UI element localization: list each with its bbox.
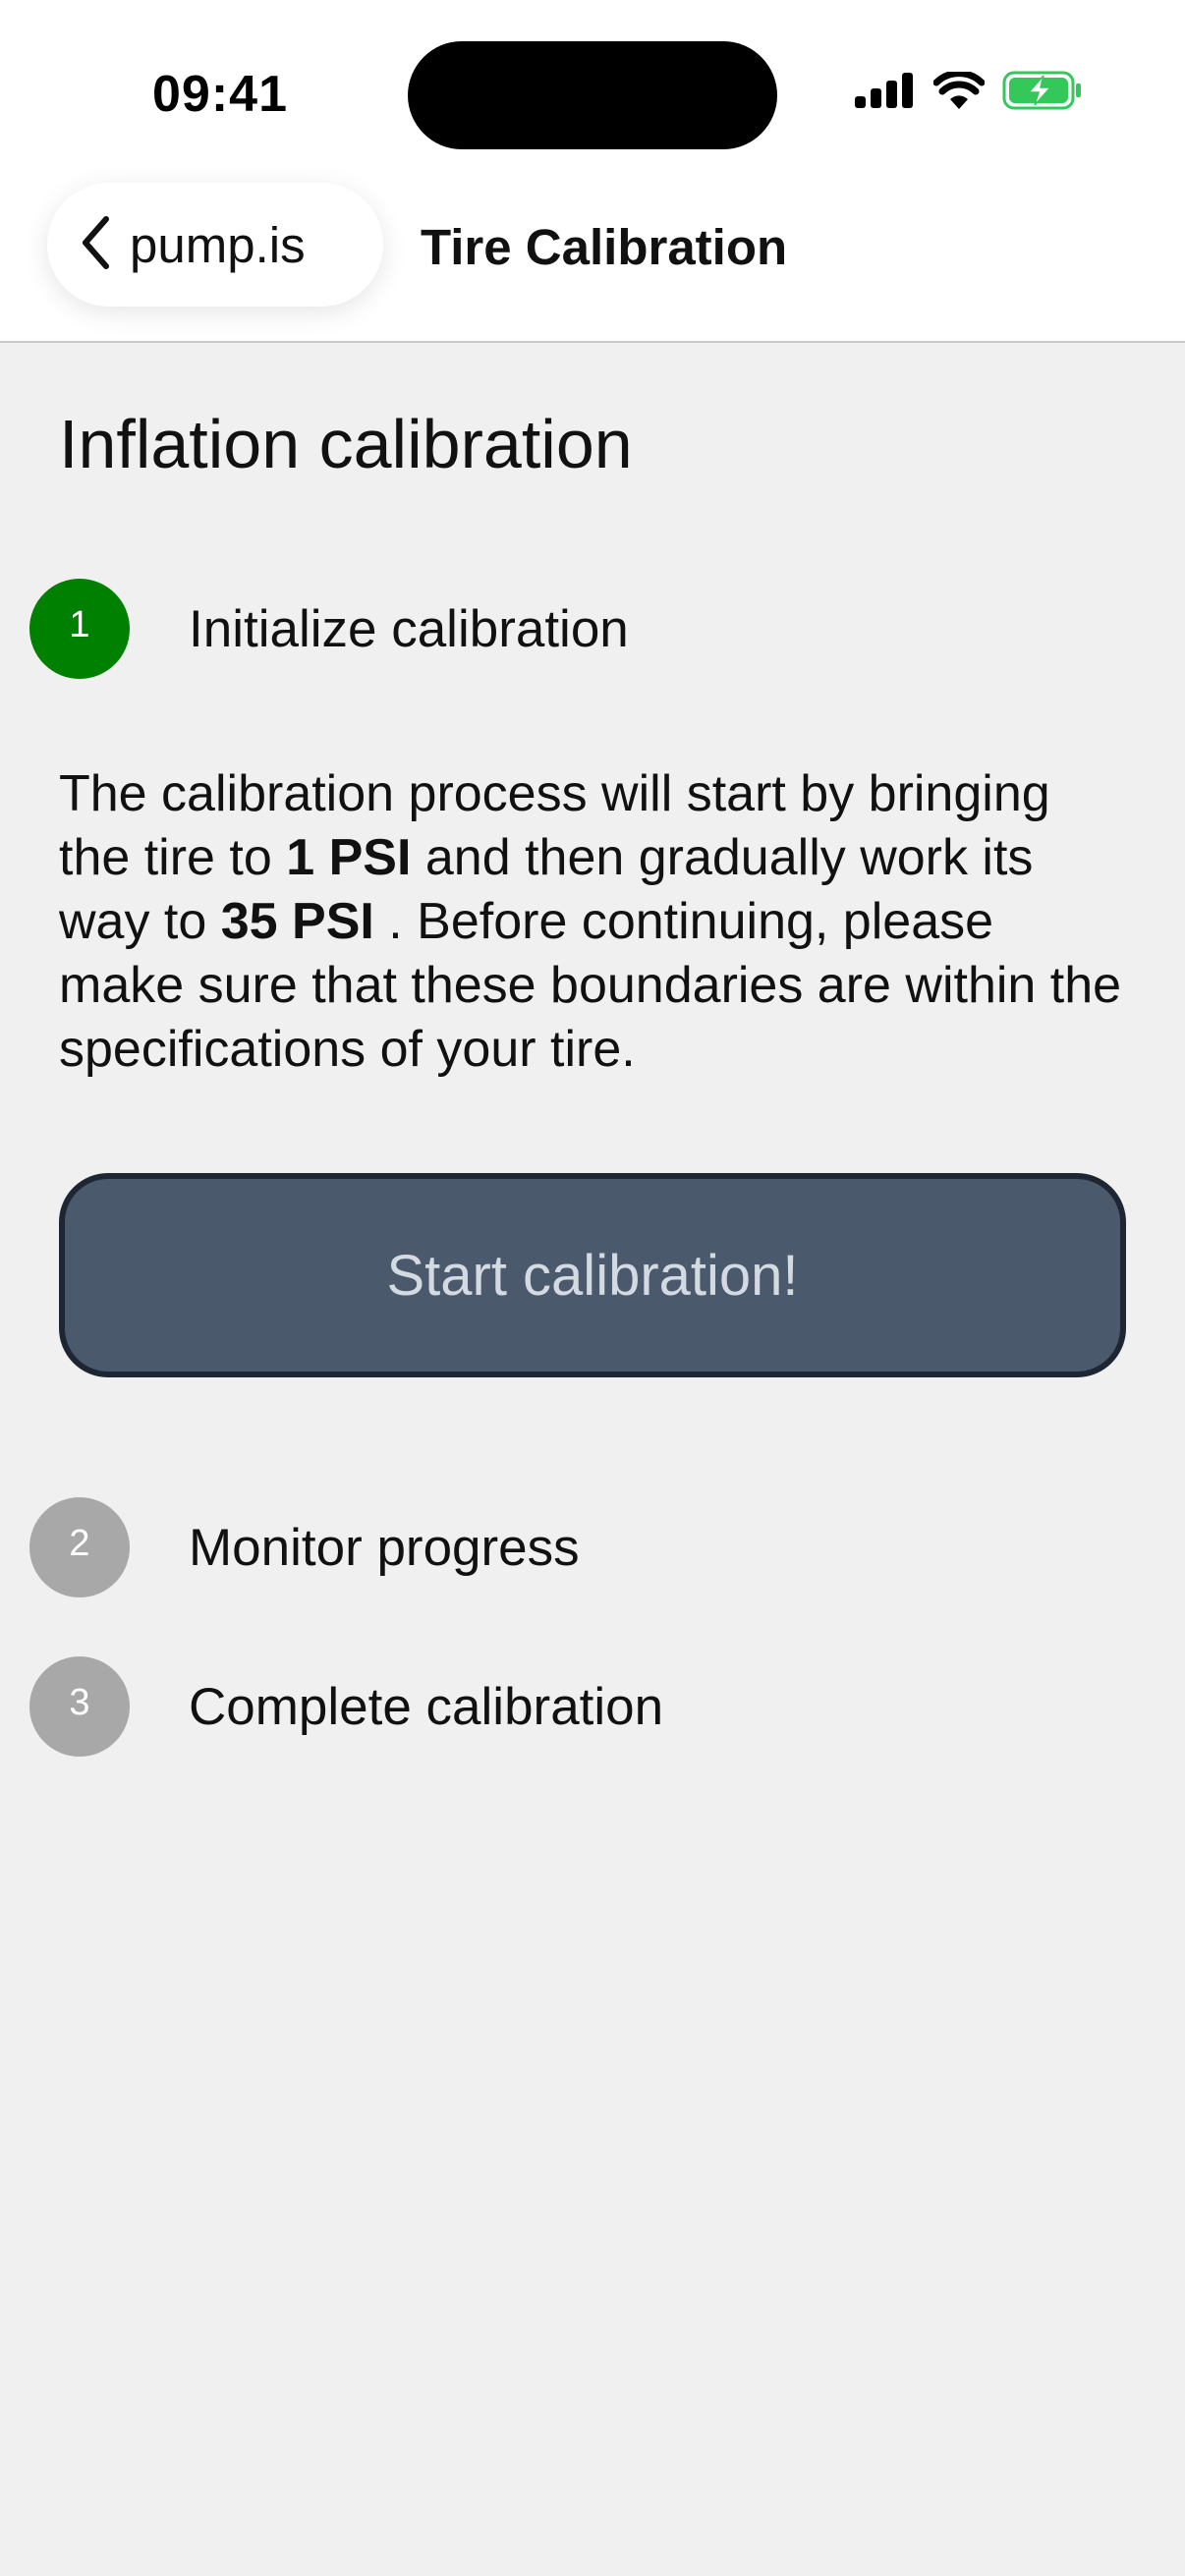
cellular-signal-icon	[855, 73, 916, 113]
step-1-number-badge: 1	[29, 579, 130, 679]
status-time: 09:41	[152, 66, 288, 123]
navigation-bar: pump.is Tire Calibration	[0, 177, 1185, 343]
dynamic-island	[408, 41, 777, 149]
status-bar: 09:41	[0, 0, 1185, 177]
wifi-icon	[932, 70, 986, 114]
step-2: 2 Monitor progress	[29, 1497, 580, 1597]
status-icons	[855, 70, 1083, 115]
max-pressure-value: 35 PSI	[220, 893, 374, 950]
step-3-label: Complete calibration	[189, 1677, 664, 1736]
chevron-left-icon	[81, 215, 110, 275]
page-title: Inflation calibration	[59, 406, 633, 482]
min-pressure-value: 1 PSI	[286, 829, 412, 886]
start-calibration-button[interactable]: Start calibration!	[59, 1173, 1126, 1377]
step-3-number-badge: 3	[29, 1656, 130, 1757]
step-2-label: Monitor progress	[189, 1518, 580, 1577]
step-2-number-badge: 2	[29, 1497, 130, 1597]
step-1-label: Initialize calibration	[189, 599, 629, 658]
battery-charging-icon	[1002, 71, 1083, 115]
nav-title: Tire Calibration	[421, 219, 788, 275]
calibration-description: The calibration process will start by br…	[59, 762, 1130, 1082]
step-1: 1 Initialize calibration	[29, 579, 629, 679]
back-button-label: pump.is	[130, 216, 306, 273]
back-button[interactable]: pump.is	[47, 183, 383, 307]
step-3: 3 Complete calibration	[29, 1656, 663, 1757]
